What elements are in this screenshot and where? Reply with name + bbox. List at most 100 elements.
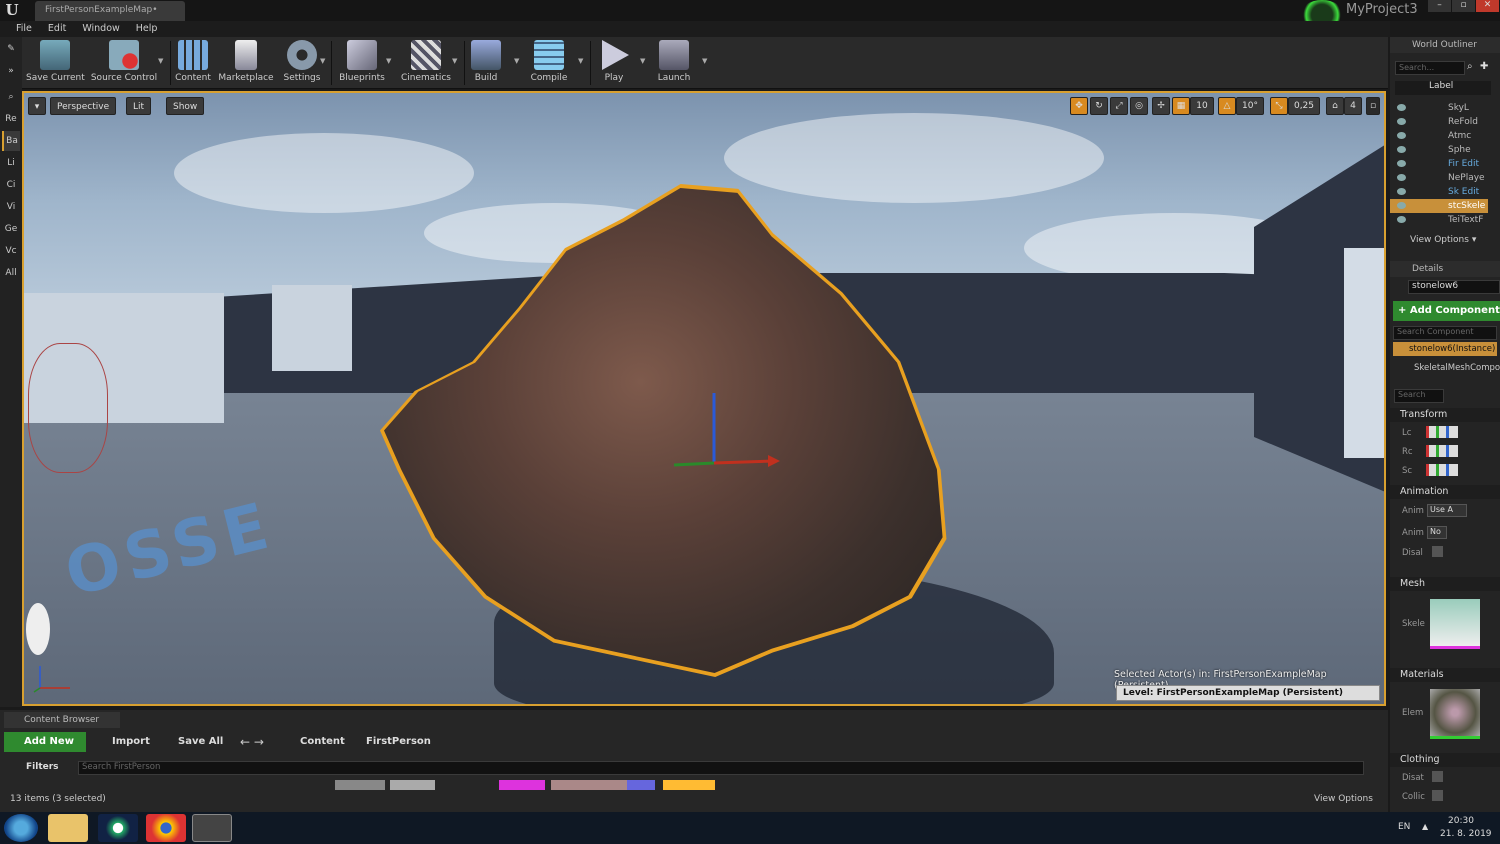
visibility-eye-icon[interactable] xyxy=(1397,104,1406,111)
scale-icon[interactable]: ⤢ xyxy=(1110,97,1128,115)
actor-name-field[interactable]: stonelow6 xyxy=(1408,280,1500,294)
level-viewport[interactable]: OSSE ▾ Perspective Lit Show ✥ ↻ ⤢ ◎ ✢ ▦ … xyxy=(22,91,1386,706)
materials-section-header[interactable]: Materials xyxy=(1390,668,1500,682)
content-button[interactable]: Content xyxy=(172,37,214,89)
menu-help[interactable]: Help xyxy=(128,21,166,37)
settings-dropdown-icon[interactable]: ▼ xyxy=(320,57,325,65)
animation-section-header[interactable]: Animation xyxy=(1390,485,1500,499)
mode-basic[interactable]: Ba xyxy=(2,131,20,151)
add-component-button[interactable]: + Add Component xyxy=(1393,301,1500,321)
menu-edit[interactable]: Edit xyxy=(40,21,74,37)
cube-block[interactable] xyxy=(1344,248,1384,458)
teamviewer-icon[interactable] xyxy=(98,814,138,842)
outliner-row[interactable]: Sphe xyxy=(1390,143,1488,157)
anim-class-select[interactable]: No xyxy=(1427,526,1447,539)
translate-icon[interactable]: ✥ xyxy=(1070,97,1088,115)
back-arrow-icon[interactable]: ← → xyxy=(240,735,264,749)
chrome-icon[interactable] xyxy=(146,814,186,842)
show-button[interactable]: Show xyxy=(166,97,205,115)
disable-checkbox[interactable] xyxy=(1432,546,1443,557)
rotate-icon[interactable]: ↻ xyxy=(1090,97,1108,115)
asset-thumbnails[interactable] xyxy=(335,780,715,790)
file-explorer-icon[interactable] xyxy=(48,814,88,842)
source-control-button[interactable]: Source Control xyxy=(90,37,158,89)
unreal-editor-task-icon[interactable] xyxy=(192,814,232,842)
compile-button[interactable]: Compile xyxy=(526,37,572,89)
grid-snap-icon[interactable]: ▦ xyxy=(1172,97,1190,115)
cloth-disable-checkbox[interactable] xyxy=(1432,771,1443,782)
save-all-button[interactable]: Save All xyxy=(178,736,223,747)
transform-gizmo[interactable] xyxy=(664,383,784,473)
build-dropdown-icon[interactable]: ▼ xyxy=(514,57,519,65)
build-button[interactable]: Build xyxy=(468,37,504,89)
collide-checkbox[interactable] xyxy=(1432,790,1443,801)
viewport-options-icon[interactable]: ▾ xyxy=(28,97,46,115)
content-view-options[interactable]: View Options xyxy=(1314,794,1373,804)
menu-file[interactable]: File xyxy=(8,21,40,37)
label-column-header[interactable]: Label xyxy=(1429,81,1453,91)
transform-section-header[interactable]: Transform xyxy=(1390,408,1500,422)
outliner-row[interactable]: Atmc xyxy=(1390,129,1488,143)
mode-lights[interactable]: Li xyxy=(2,153,20,173)
content-browser-tab[interactable]: Content Browser xyxy=(4,712,120,728)
outliner-add-icon[interactable]: ✚ xyxy=(1480,61,1488,72)
lit-button[interactable]: Lit xyxy=(126,97,152,115)
details-search-input[interactable]: Search xyxy=(1394,389,1444,403)
close-button[interactable]: ✕ xyxy=(1476,0,1499,12)
save-current-button[interactable]: Save Current xyxy=(26,37,85,89)
mode-volumes[interactable]: Vc xyxy=(2,241,20,261)
marketplace-button[interactable]: Marketplace xyxy=(218,37,274,89)
outliner-row[interactable]: SkyL xyxy=(1390,101,1488,115)
minimize-button[interactable]: – xyxy=(1428,0,1451,12)
blueprints-button[interactable]: Blueprints xyxy=(336,37,388,89)
mode-all[interactable]: All xyxy=(2,263,20,283)
maximize-viewport-icon[interactable]: ▫ xyxy=(1366,97,1380,115)
visibility-eye-icon[interactable] xyxy=(1397,118,1406,125)
mode-geometry[interactable]: Ge xyxy=(2,219,20,239)
skeletal-mesh-component-row[interactable]: SkeletalMeshCompo xyxy=(1414,363,1500,373)
expand-icon[interactable]: » xyxy=(2,61,20,81)
add-new-button[interactable]: Add New xyxy=(4,732,86,752)
outliner-row-selected[interactable]: stcSkele xyxy=(1390,199,1488,213)
clothing-section-header[interactable]: Clothing xyxy=(1390,753,1500,767)
perspective-button[interactable]: Perspective xyxy=(50,97,117,115)
path-content[interactable]: Content xyxy=(300,736,345,747)
grid-snap-value[interactable]: 10 xyxy=(1190,97,1214,115)
rotation-snap-icon[interactable]: △ xyxy=(1218,97,1236,115)
language-indicator[interactable]: EN xyxy=(1398,822,1410,832)
world-space-icon[interactable]: ◎ xyxy=(1130,97,1148,115)
visibility-eye-icon[interactable] xyxy=(1397,216,1406,223)
visibility-eye-icon[interactable] xyxy=(1397,202,1406,209)
visibility-eye-icon[interactable] xyxy=(1397,132,1406,139)
location-fields[interactable] xyxy=(1426,426,1458,438)
clock-time[interactable]: 20:30 xyxy=(1448,816,1474,826)
start-button-icon[interactable] xyxy=(4,814,38,842)
settings-button[interactable]: Settings xyxy=(280,37,324,89)
world-outliner-tab[interactable]: World Outliner xyxy=(1390,37,1500,53)
outliner-row[interactable]: NePlaye xyxy=(1390,171,1488,185)
content-search-input[interactable]: Search FirstPerson xyxy=(78,761,1364,775)
outliner-view-options[interactable]: View Options ▾ xyxy=(1410,235,1476,245)
visibility-eye-icon[interactable] xyxy=(1397,146,1406,153)
menu-window[interactable]: Window xyxy=(74,21,127,37)
launch-dropdown-icon[interactable]: ▼ xyxy=(702,57,707,65)
visibility-eye-icon[interactable] xyxy=(1397,188,1406,195)
outliner-row[interactable]: Fir Edit xyxy=(1390,157,1488,171)
visibility-eye-icon[interactable] xyxy=(1397,160,1406,167)
source-control-dropdown-icon[interactable]: ▼ xyxy=(158,57,163,65)
import-button[interactable]: Import xyxy=(112,736,150,747)
launch-button[interactable]: Launch xyxy=(652,37,696,89)
mesh-section-header[interactable]: Mesh xyxy=(1390,577,1500,591)
scale-fields[interactable] xyxy=(1426,464,1458,476)
cube-block[interactable] xyxy=(272,285,352,371)
play-button[interactable]: Play xyxy=(594,37,634,89)
visibility-eye-icon[interactable] xyxy=(1397,174,1406,181)
path-firstperson[interactable]: FirstPerson xyxy=(366,736,431,747)
player-start-capsule[interactable] xyxy=(28,343,108,473)
document-tab[interactable]: FirstPersonExampleMap• xyxy=(35,1,185,21)
material-thumbnail[interactable] xyxy=(1430,689,1480,739)
tray-arrow-icon[interactable]: ▲ xyxy=(1422,822,1428,831)
mesh-thumbnail[interactable] xyxy=(1430,599,1480,649)
scale-snap-value[interactable]: 0,25 xyxy=(1288,97,1320,115)
outliner-search-input[interactable]: Search... xyxy=(1395,61,1465,75)
